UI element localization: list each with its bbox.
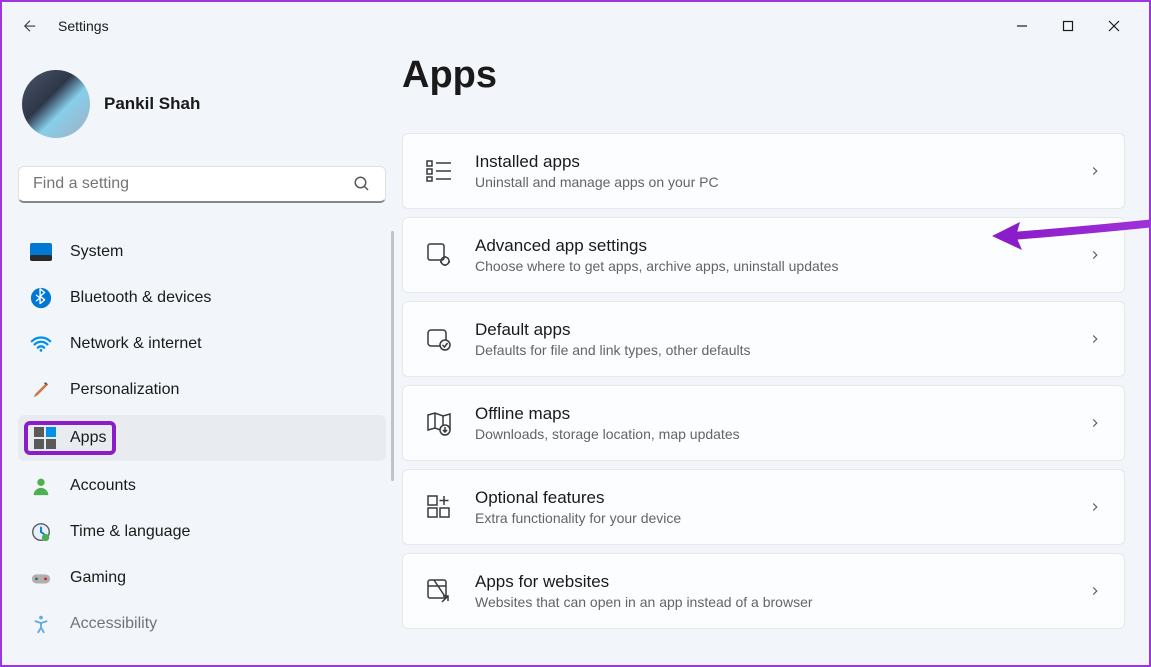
maximize-icon [1062, 20, 1074, 32]
card-title: Default apps [475, 320, 1066, 340]
page-title: Apps [402, 54, 1125, 97]
sidebar-item-bluetooth[interactable]: Bluetooth & devices [18, 277, 386, 319]
card-installed-apps[interactable]: Installed apps Uninstall and manage apps… [402, 133, 1125, 209]
profile-name: Pankil Shah [104, 94, 200, 114]
card-offline-maps[interactable]: Offline maps Downloads, storage location… [402, 385, 1125, 461]
sidebar-item-label: Personalization [70, 381, 179, 399]
sidebar-item-label: Apps [70, 429, 106, 447]
clock-icon [30, 521, 52, 543]
window-title: Settings [58, 18, 999, 34]
app-link-icon [425, 577, 453, 605]
card-title: Apps for websites [475, 572, 1066, 592]
app-plus-icon [425, 493, 453, 521]
minimize-button[interactable] [999, 10, 1045, 42]
paintbrush-icon [30, 379, 52, 401]
person-icon [30, 475, 52, 497]
chevron-right-icon [1088, 416, 1102, 430]
sidebar-item-time[interactable]: Time & language [18, 511, 386, 553]
chevron-right-icon [1088, 500, 1102, 514]
sidebar-item-gaming[interactable]: Gaming [18, 557, 386, 599]
bluetooth-icon [30, 287, 52, 309]
chevron-right-icon [1088, 584, 1102, 598]
sidebar: Pankil Shah System Bluetooth & devices [2, 50, 402, 665]
highlight-annotation: Apps [24, 421, 116, 455]
apps-icon [34, 427, 56, 449]
sidebar-item-label: Gaming [70, 569, 126, 587]
card-list: Installed apps Uninstall and manage apps… [402, 133, 1125, 629]
nav-scrollbar[interactable] [391, 231, 394, 481]
profile-block[interactable]: Pankil Shah [18, 50, 386, 166]
card-advanced-settings[interactable]: Advanced app settings Choose where to ge… [402, 217, 1125, 293]
sidebar-item-personalization[interactable]: Personalization [18, 369, 386, 411]
sidebar-item-network[interactable]: Network & internet [18, 323, 386, 365]
card-sub: Extra functionality for your device [475, 510, 1066, 526]
card-sub: Uninstall and manage apps on your PC [475, 174, 1066, 190]
app-gear-icon [425, 241, 453, 269]
card-default-apps[interactable]: Default apps Defaults for file and link … [402, 301, 1125, 377]
sidebar-item-label: Accessibility [70, 615, 157, 633]
card-text: Offline maps Downloads, storage location… [475, 404, 1066, 442]
chevron-right-icon [1088, 332, 1102, 346]
arrow-left-icon [21, 17, 39, 35]
chevron-right-icon [1088, 248, 1102, 262]
card-title: Optional features [475, 488, 1066, 508]
sidebar-item-accounts[interactable]: Accounts [18, 465, 386, 507]
map-download-icon [425, 409, 453, 437]
card-text: Apps for websites Websites that can open… [475, 572, 1066, 610]
card-sub: Downloads, storage location, map updates [475, 426, 1066, 442]
app-check-icon [425, 325, 453, 353]
card-sub: Choose where to get apps, archive apps, … [475, 258, 1066, 274]
back-button[interactable] [14, 10, 46, 42]
card-optional-features[interactable]: Optional features Extra functionality fo… [402, 469, 1125, 545]
chevron-right-icon [1088, 164, 1102, 178]
system-icon [30, 241, 52, 263]
close-icon [1108, 20, 1120, 32]
search-box[interactable] [18, 166, 386, 203]
sidebar-item-label: System [70, 243, 123, 261]
sidebar-item-system[interactable]: System [18, 231, 386, 273]
search-icon [353, 175, 371, 193]
gamepad-icon [30, 567, 52, 589]
avatar [22, 70, 90, 138]
card-title: Installed apps [475, 152, 1066, 172]
card-title: Advanced app settings [475, 236, 1066, 256]
sidebar-item-apps[interactable]: Apps [18, 415, 386, 461]
sidebar-item-label: Accounts [70, 477, 136, 495]
sidebar-item-label: Network & internet [70, 335, 202, 353]
sidebar-item-label: Bluetooth & devices [70, 289, 211, 307]
wifi-icon [30, 333, 52, 355]
card-text: Default apps Defaults for file and link … [475, 320, 1066, 358]
card-apps-websites[interactable]: Apps for websites Websites that can open… [402, 553, 1125, 629]
card-text: Installed apps Uninstall and manage apps… [475, 152, 1066, 190]
close-button[interactable] [1091, 10, 1137, 42]
search-input[interactable] [33, 175, 353, 193]
main-content: Apps Installed apps Uninstall and manage… [402, 50, 1149, 665]
grid-list-icon [425, 157, 453, 185]
sidebar-item-accessibility[interactable]: Accessibility [18, 603, 386, 645]
sidebar-item-label: Time & language [70, 523, 190, 541]
nav-list: System Bluetooth & devices Network & int… [18, 231, 386, 645]
maximize-button[interactable] [1045, 10, 1091, 42]
card-text: Optional features Extra functionality fo… [475, 488, 1066, 526]
card-text: Advanced app settings Choose where to ge… [475, 236, 1066, 274]
card-title: Offline maps [475, 404, 1066, 424]
accessibility-icon [30, 613, 52, 635]
minimize-icon [1016, 20, 1028, 32]
card-sub: Defaults for file and link types, other … [475, 342, 1066, 358]
card-sub: Websites that can open in an app instead… [475, 594, 1066, 610]
layout: Pankil Shah System Bluetooth & devices [2, 50, 1149, 665]
window-controls [999, 10, 1137, 42]
titlebar: Settings [2, 2, 1149, 50]
